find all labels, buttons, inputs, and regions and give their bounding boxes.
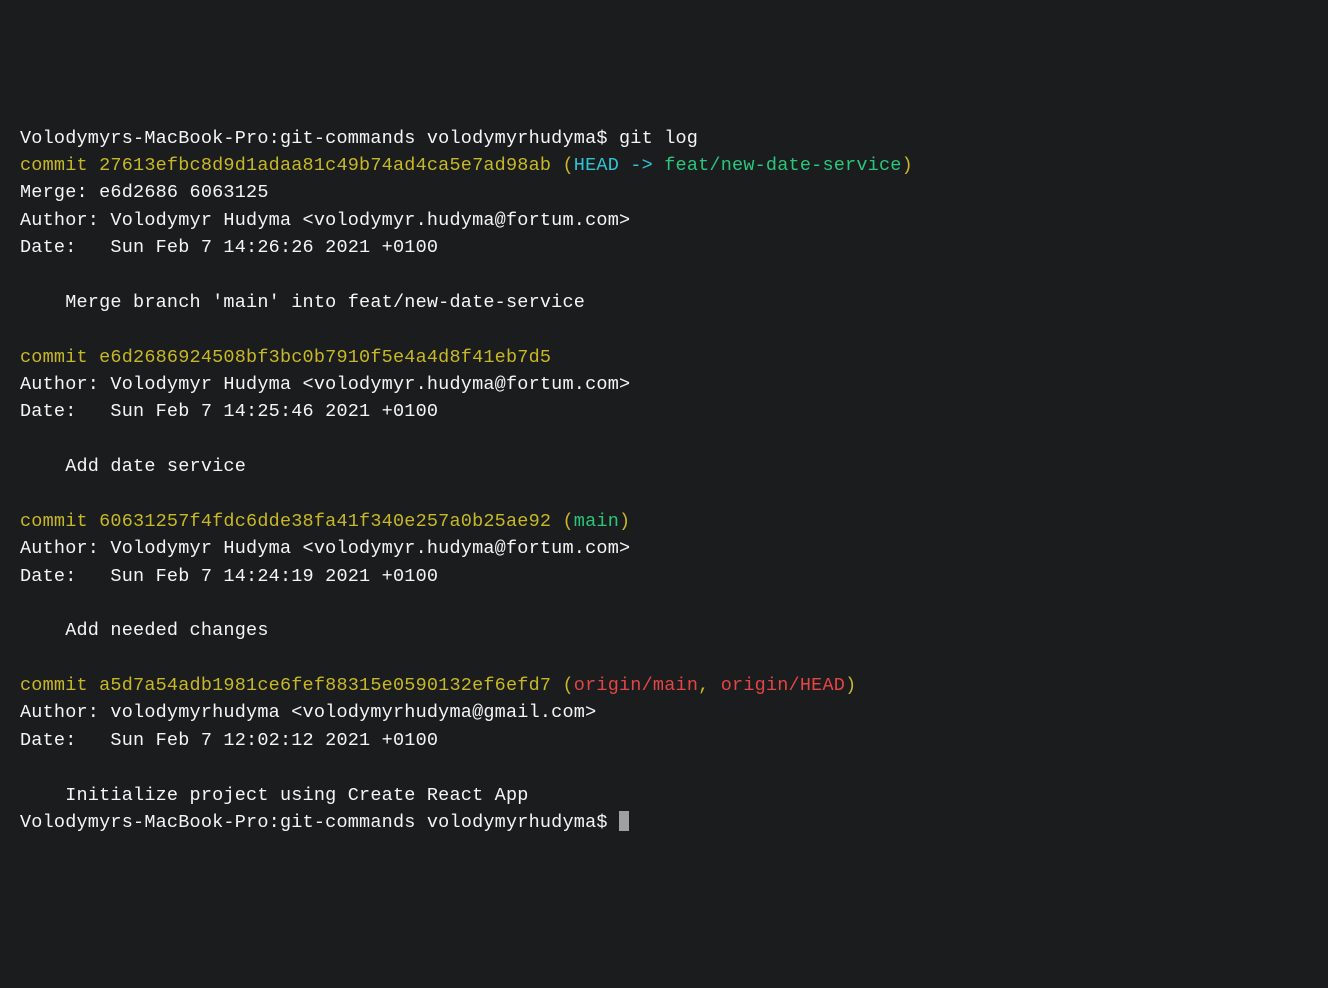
author-line: Author: Volodymyr Hudyma <volodymyr.hudy… bbox=[20, 538, 630, 559]
date-line: Date: Sun Feb 7 14:26:26 2021 +0100 bbox=[20, 237, 438, 258]
command: git log bbox=[619, 128, 698, 149]
date-line: Date: Sun Feb 7 14:24:19 2021 +0100 bbox=[20, 566, 438, 587]
merge-line: Merge: e6d2686 6063125 bbox=[20, 182, 269, 203]
date-line: Date: Sun Feb 7 12:02:12 2021 +0100 bbox=[20, 730, 438, 751]
date-line: Date: Sun Feb 7 14:25:46 2021 +0100 bbox=[20, 401, 438, 422]
commit-hash: commit e6d2686924508bf3bc0b7910f5e4a4d8f… bbox=[20, 347, 551, 368]
author-line: Author: volodymyrhudyma <volodymyrhudyma… bbox=[20, 702, 596, 723]
cursor bbox=[619, 811, 629, 831]
author-line: Author: Volodymyr Hudyma <volodymyr.hudy… bbox=[20, 210, 630, 231]
prompt-line: Volodymyrs-MacBook-Pro:git-commands volo… bbox=[20, 128, 698, 149]
remote-ref: origin/HEAD bbox=[721, 675, 845, 696]
commit-message: Add date service bbox=[20, 456, 246, 477]
terminal-output[interactable]: Volodymyrs-MacBook-Pro:git-commands volo… bbox=[20, 125, 1308, 837]
branch-ref: feat/new-date-service bbox=[664, 155, 901, 176]
ref-paren: ) bbox=[902, 155, 913, 176]
ref-sep: , bbox=[698, 675, 721, 696]
commit-message: Add needed changes bbox=[20, 620, 269, 641]
commit-message: Merge branch 'main' into feat/new-date-s… bbox=[20, 292, 585, 313]
commit-hash: commit 60631257f4fdc6dde38fa41f340e257a0… bbox=[20, 511, 551, 532]
commit-hash: commit 27613efbc8d9d1adaa81c49b74ad4ca5e… bbox=[20, 155, 551, 176]
ref-paren: ( bbox=[551, 155, 574, 176]
ref-paren: ) bbox=[845, 675, 856, 696]
commit-message: Initialize project using Create React Ap… bbox=[20, 785, 529, 806]
branch-ref: main bbox=[574, 511, 619, 532]
prompt-line: Volodymyrs-MacBook-Pro:git-commands volo… bbox=[20, 812, 619, 833]
ref-paren: ) bbox=[619, 511, 630, 532]
author-line: Author: Volodymyr Hudyma <volodymyr.hudy… bbox=[20, 374, 630, 395]
ref-paren: ( bbox=[551, 675, 574, 696]
commit-hash: commit a5d7a54adb1981ce6fef88315e0590132… bbox=[20, 675, 551, 696]
head-ref: HEAD -> bbox=[574, 155, 664, 176]
ref-paren: ( bbox=[551, 511, 574, 532]
remote-ref: origin/main bbox=[574, 675, 698, 696]
